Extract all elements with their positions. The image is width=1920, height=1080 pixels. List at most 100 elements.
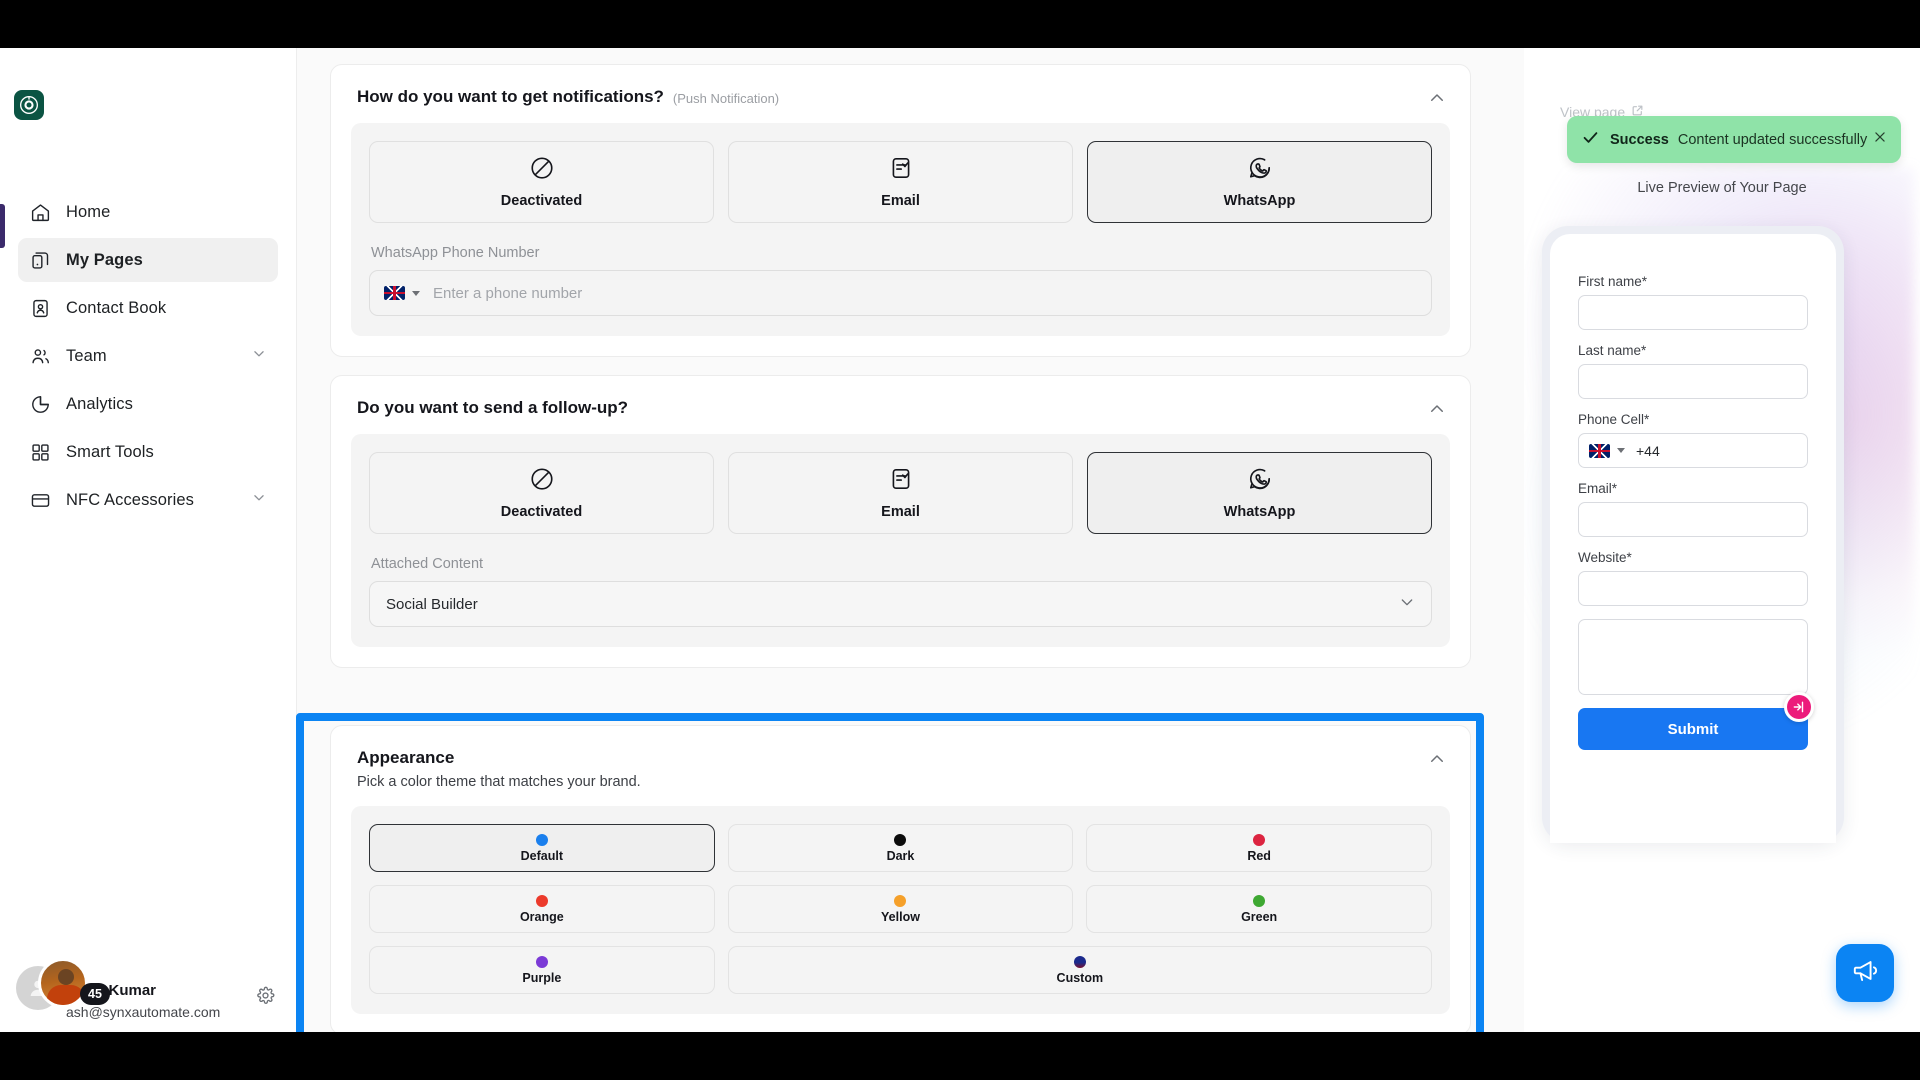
theme-option-label: Green bbox=[1241, 909, 1278, 924]
uk-flag-icon[interactable] bbox=[1589, 443, 1610, 458]
sidebar-item-nfc-accessories[interactable]: NFC Accessories bbox=[18, 478, 278, 522]
theme-option-label: Custom bbox=[1056, 970, 1104, 985]
followup-option-email[interactable]: Email bbox=[728, 452, 1073, 534]
sidebar-item-smart-tools[interactable]: Smart Tools bbox=[18, 430, 278, 474]
appearance-panel: Default Dark Red Orange Yellow Green Pur… bbox=[351, 806, 1450, 1014]
theme-option-purple[interactable]: Purple bbox=[369, 946, 715, 994]
followup-option-label: Deactivated bbox=[500, 504, 583, 520]
pages-icon bbox=[30, 250, 56, 271]
preview-field-label: First name* bbox=[1578, 274, 1648, 289]
gear-icon[interactable] bbox=[256, 986, 275, 1010]
uk-flag-icon[interactable] bbox=[384, 286, 405, 300]
sidebar-item-label: Team bbox=[66, 346, 107, 365]
channel-option-whatsapp[interactable]: WhatsApp bbox=[1087, 141, 1432, 223]
theme-color-dot bbox=[535, 894, 548, 907]
channel-option-label: Email bbox=[881, 193, 920, 209]
preview-field-label: Last name* bbox=[1578, 343, 1647, 358]
arrow-in-circle-icon[interactable] bbox=[1784, 692, 1814, 722]
check-icon bbox=[1581, 128, 1600, 152]
channel-option-label: Deactivated bbox=[500, 193, 583, 209]
preview-message-textarea[interactable] bbox=[1578, 619, 1808, 695]
sidebar-item-contact-book[interactable]: Contact Book bbox=[18, 286, 278, 330]
theme-option-label: Orange bbox=[519, 909, 564, 924]
whatsapp-phone-label: WhatsApp Phone Number bbox=[371, 245, 540, 261]
phone-screen: First name* Last name* Phone Cell* +44 E… bbox=[1550, 234, 1836, 843]
appearance-title: Appearance bbox=[357, 748, 455, 767]
followup-option-whatsapp[interactable]: WhatsApp bbox=[1087, 452, 1432, 534]
grid-icon bbox=[30, 442, 56, 463]
preview-website-input[interactable] bbox=[1578, 571, 1808, 606]
sidebar-item-home[interactable]: Home bbox=[18, 190, 278, 234]
theme-option-red[interactable]: Red bbox=[1086, 824, 1432, 872]
avatar[interactable] bbox=[38, 958, 88, 1008]
preview-email-input[interactable] bbox=[1578, 502, 1808, 537]
attached-content-select[interactable]: Social Builder bbox=[369, 581, 1432, 627]
theme-color-dot bbox=[894, 833, 907, 846]
contact-book-icon bbox=[30, 298, 56, 319]
sidebar-item-label: NFC Accessories bbox=[66, 490, 195, 509]
theme-option-label: Red bbox=[1247, 848, 1271, 863]
country-caret-icon[interactable] bbox=[412, 290, 420, 296]
preview-submit-button[interactable]: Submit bbox=[1578, 708, 1808, 750]
user-profile-row[interactable]: 45 y Kumar ash@synxautomate.com bbox=[0, 956, 296, 1020]
theme-option-green[interactable]: Green bbox=[1086, 885, 1432, 933]
theme-option-yellow[interactable]: Yellow bbox=[727, 885, 1074, 933]
theme-color-dot bbox=[535, 955, 548, 968]
chevron-up-icon[interactable] bbox=[1428, 89, 1446, 112]
theme-color-dot bbox=[1073, 955, 1086, 968]
preview-field-label: Email* bbox=[1578, 481, 1618, 496]
followup-channel-group: Deactivated Email WhatsApp bbox=[369, 452, 1432, 534]
theme-option-default[interactable]: Default bbox=[369, 824, 715, 872]
megaphone-icon bbox=[1852, 957, 1879, 989]
announcement-widget-button[interactable] bbox=[1836, 944, 1894, 1002]
theme-option-orange[interactable]: Orange bbox=[369, 885, 715, 933]
pie-chart-icon bbox=[30, 394, 56, 415]
sidebar-item-label: Home bbox=[66, 202, 111, 221]
notifications-card: How do you want to get notifications? (P… bbox=[330, 64, 1471, 357]
theme-option-custom[interactable]: Custom bbox=[727, 946, 1432, 994]
card-icon bbox=[30, 490, 56, 511]
brand-logo-icon[interactable] bbox=[14, 90, 44, 120]
sidebar-item-my-pages[interactable]: My Pages bbox=[18, 238, 278, 282]
sidebar-item-team[interactable]: Team bbox=[18, 334, 278, 378]
notification-badge: 45 bbox=[80, 983, 110, 1005]
theme-option-label: Dark bbox=[886, 848, 915, 863]
theme-option-dark[interactable]: Dark bbox=[727, 824, 1074, 872]
whatsapp-phone-input[interactable]: Enter a phone number bbox=[369, 270, 1432, 316]
followup-title: Do you want to send a follow-up? bbox=[357, 398, 629, 417]
notifications-panel: Deactivated Email WhatsApp WhatsApp Phon… bbox=[351, 123, 1450, 336]
whatsapp-phone-placeholder: Enter a phone number bbox=[433, 284, 583, 302]
chevron-up-icon[interactable] bbox=[1428, 400, 1446, 423]
user-email: ash@synxautomate.com bbox=[66, 1004, 221, 1020]
no-entry-icon bbox=[529, 155, 555, 186]
chevron-down-icon[interactable] bbox=[1399, 594, 1415, 615]
channel-option-label: WhatsApp bbox=[1223, 193, 1296, 209]
chevron-up-icon[interactable] bbox=[1428, 750, 1446, 773]
preview-last-name-input[interactable] bbox=[1578, 364, 1808, 399]
preview-caption: Live Preview of Your Page bbox=[1637, 180, 1807, 196]
attached-content-label: Attached Content bbox=[371, 556, 484, 572]
preview-first-name-input[interactable] bbox=[1578, 295, 1808, 330]
channel-option-email[interactable]: Email bbox=[728, 141, 1073, 223]
channel-option-deactivated[interactable]: Deactivated bbox=[369, 141, 714, 223]
notification-channel-group: Deactivated Email WhatsApp bbox=[369, 141, 1432, 223]
sidebar-nav: Home My Pages Contact Book Team Analytic… bbox=[0, 190, 296, 526]
preview-field-label: Website* bbox=[1578, 550, 1632, 565]
country-caret-icon[interactable] bbox=[1617, 448, 1625, 453]
chevron-down-icon[interactable] bbox=[252, 491, 266, 510]
chevron-down-icon[interactable] bbox=[252, 347, 266, 366]
close-icon[interactable] bbox=[1873, 130, 1887, 149]
followup-card: Do you want to send a follow-up? Deactiv… bbox=[330, 375, 1471, 668]
notifications-card-header: How do you want to get notifications? (P… bbox=[331, 65, 1470, 107]
sidebar-item-label: Smart Tools bbox=[66, 442, 154, 461]
app-window: Home My Pages Contact Book Team Analytic… bbox=[0, 48, 1920, 1032]
theme-option-label: Yellow bbox=[881, 909, 920, 924]
preview-phone-input[interactable]: +44 bbox=[1578, 433, 1808, 468]
attached-content-value: Social Builder bbox=[386, 595, 478, 613]
whatsapp-icon bbox=[1247, 155, 1273, 186]
followup-option-deactivated[interactable]: Deactivated bbox=[369, 452, 714, 534]
theme-color-dot bbox=[894, 894, 907, 907]
appearance-card-header: Appearance Pick a color theme that match… bbox=[331, 726, 1470, 790]
toast-title: Success bbox=[1610, 131, 1669, 148]
sidebar-item-analytics[interactable]: Analytics bbox=[18, 382, 278, 426]
